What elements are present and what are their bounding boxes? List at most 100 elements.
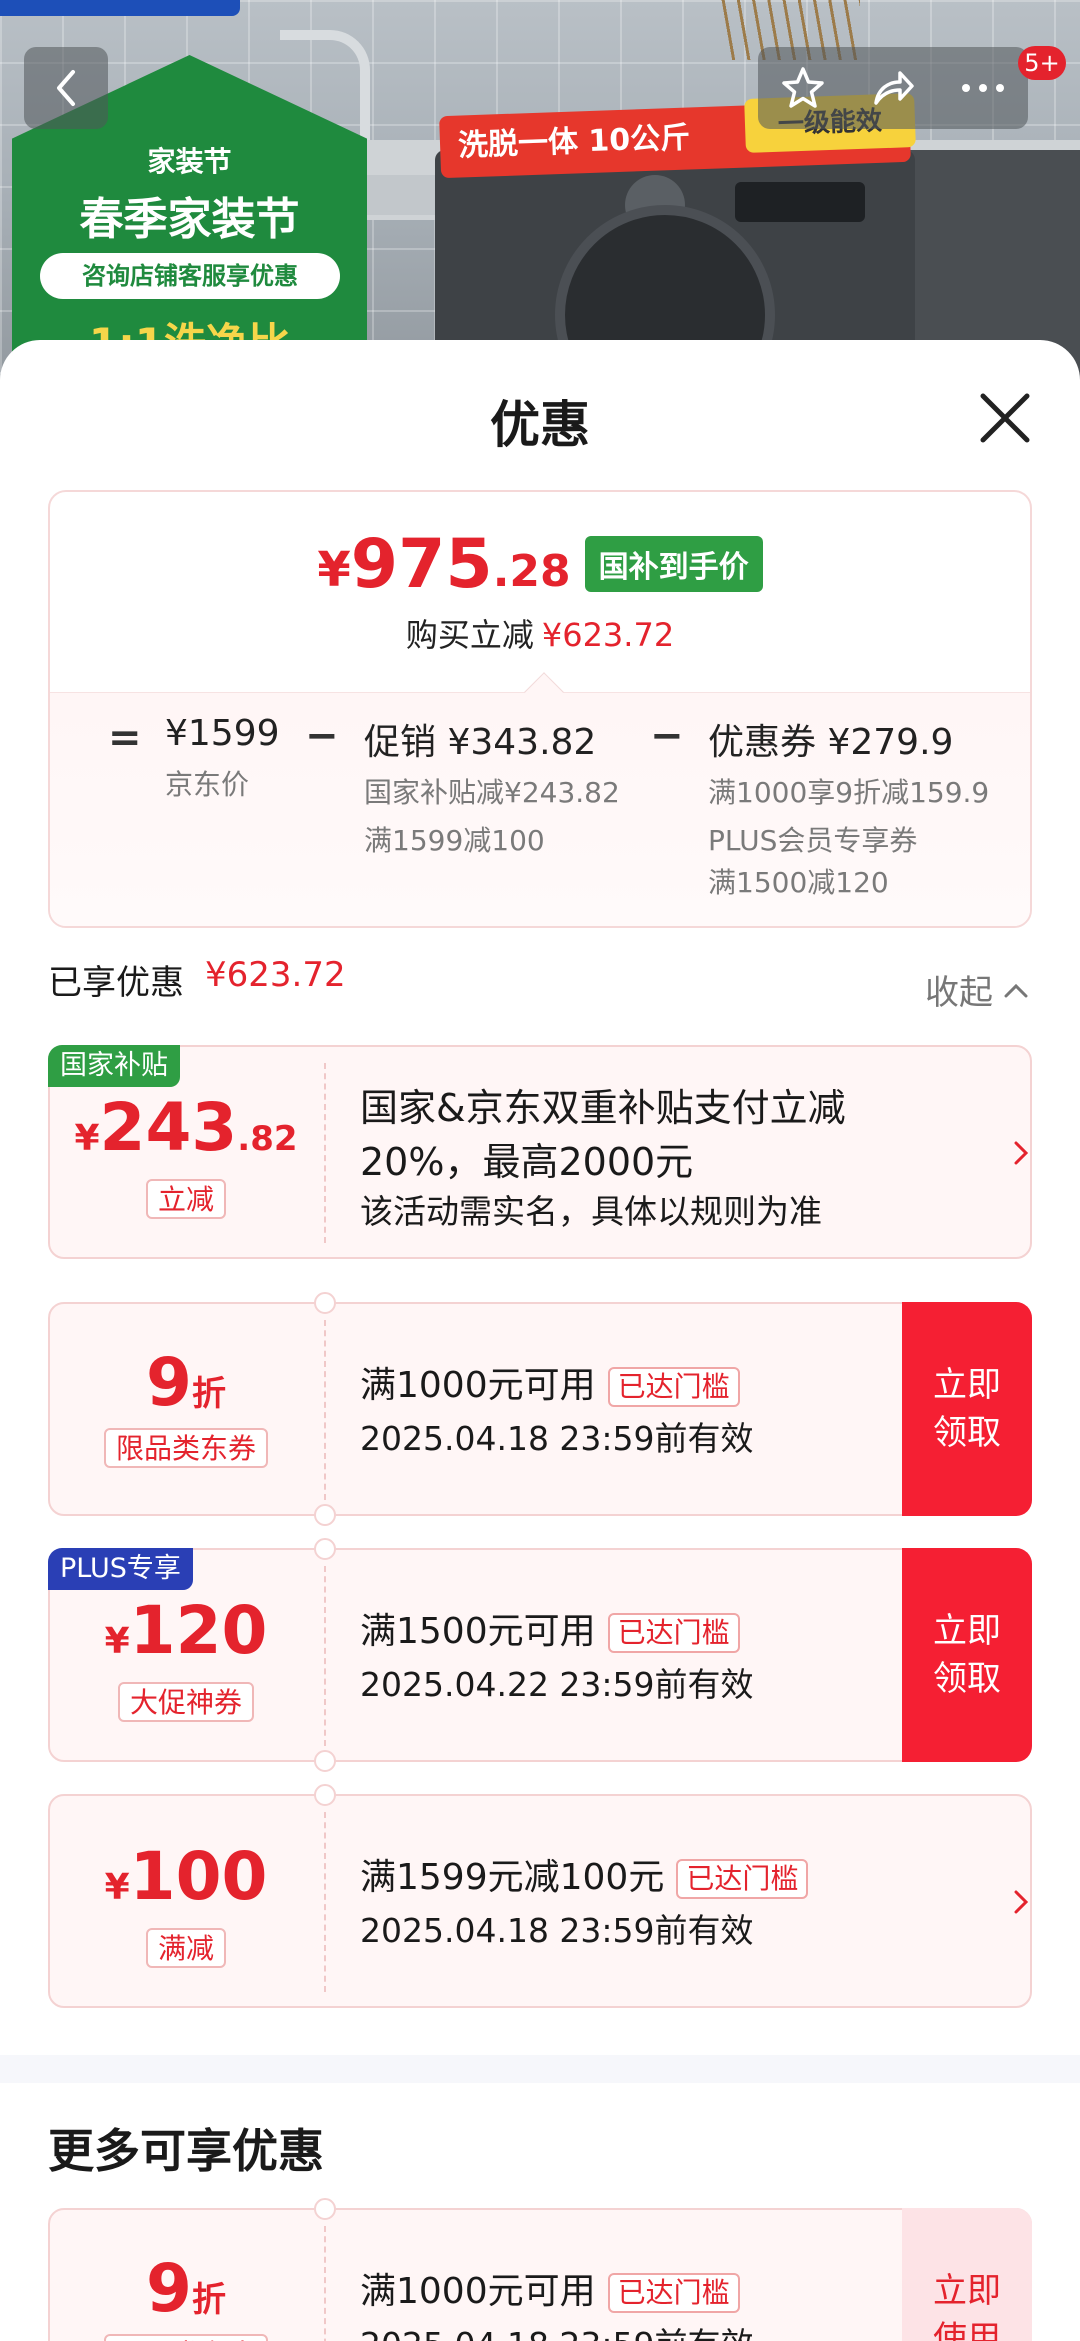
coupon-amount-area: 9折 限品类东券 [50, 1304, 322, 1514]
share-button[interactable] [848, 47, 938, 129]
jd-price-label: 京东价 [165, 768, 250, 801]
amount-unit: 折 [191, 1374, 226, 1414]
currency-symbol: ¥ [74, 1118, 100, 1159]
chevron-right-icon [1014, 1141, 1029, 1165]
chevron-up-icon [1004, 983, 1028, 997]
use-button[interactable]: 立即 使用 [902, 2208, 1032, 2341]
coupon-divider [324, 1320, 326, 1500]
close-icon [980, 393, 1030, 443]
coupon-label: 优惠券 [708, 722, 817, 763]
coupon-card-subsidy[interactable]: ¥243.82 立减 国家补贴 国家&京东双重补贴支付立减 20%，最高2000… [48, 1045, 1032, 1259]
discount-sheet: 优惠 ¥ 975 .28 国补到手价 购买立减 ¥623.72 = ¥1599 京… [0, 340, 1080, 2341]
coupon-kind: 立减 [145, 1179, 227, 1219]
coupon-line-1: 满1599元减100元 已达门槛 [360, 1848, 809, 1900]
instant-discount-value: ¥623.72 [541, 616, 675, 654]
nav-actions [758, 47, 1028, 129]
amount-integer: 9 [146, 2250, 192, 2327]
coupon-sub-discount: 满1000享9折减159.9 [708, 776, 990, 809]
final-price-integer: 975 [350, 525, 493, 604]
sheet-title: 优惠 [490, 396, 590, 454]
use-label: 立即 使用 [933, 2271, 1001, 2341]
amount-integer: 100 [129, 1838, 268, 1915]
coupon-line-3: 该活动需实名，具体以规则为准 [360, 1192, 822, 1231]
close-button[interactable] [975, 388, 1035, 448]
coupon-kind: 限品类东券 [103, 1428, 269, 1468]
coupon-divider [324, 2226, 326, 2341]
promo-total: 促销 ¥343.82 [364, 713, 596, 765]
coupon-validity: 2025.04.18 23:59前有效 [360, 1911, 754, 1950]
currency-symbol: ¥ [104, 1621, 130, 1662]
final-price-row: ¥ 975 .28 国补到手价 [50, 530, 1030, 600]
promo-sub-subsidy: 国家补贴减¥243.82 [364, 776, 620, 809]
coupon-card-plus[interactable]: ¥120 大促神券 PLUS专享 满1500元可用 已达门槛 2025.04.22… [48, 1538, 1032, 1772]
threshold-met-badge: 已达门槛 [607, 2273, 740, 2313]
enjoyed-discount-label: 已享优惠 [48, 963, 184, 1003]
coupon-value: ¥279.9 [827, 722, 954, 763]
claim-button[interactable]: 立即 领取 [902, 1548, 1032, 1762]
coupon-sub-plus-threshold: 满1500减120 [708, 866, 889, 899]
coupon-line-1: 满1000元可用 已达门槛 [360, 2262, 740, 2314]
coupon-card-fullcut[interactable]: ¥100 满减 满1599元减100元 已达门槛 2025.04.18 23:59… [48, 1784, 1032, 2008]
coupon-line-1: 满1000元可用 已达门槛 [360, 1356, 740, 1408]
coupon-cutout [314, 1504, 336, 1526]
instant-discount-label: 购买立减 [405, 616, 534, 654]
price-summary-card: ¥ 975 .28 国补到手价 购买立减 ¥623.72 = ¥1599 京东价 … [48, 490, 1032, 928]
brand-strip [0, 0, 240, 16]
amount-unit: 折 [191, 2280, 226, 2320]
back-button[interactable] [24, 47, 108, 129]
coupon-cutout [314, 1538, 336, 1560]
final-price-tag: 国补到手价 [584, 536, 763, 592]
collapse-button[interactable]: 收起 [925, 965, 1029, 1014]
subsidy-tag: 国家补贴 [48, 1045, 180, 1087]
coupon-validity: 2025.04.18 23:59前有效 [360, 2318, 754, 2341]
coupon-amount: ¥243.82 [50, 1089, 322, 1166]
threshold-met-badge: 已达门槛 [607, 1367, 740, 1407]
claim-button[interactable]: 立即 领取 [902, 1302, 1032, 1516]
coupon-card-more-discount[interactable]: 9折 限品类东券 满1000元可用已达门槛 2025.04.18 23:59前有… [48, 2198, 1032, 2341]
house-line-2: 春季家装节 [79, 194, 300, 245]
enjoyed-discount-value: ¥623.72 [205, 955, 346, 995]
coupon-cutout [314, 1750, 336, 1772]
coupon-kind: 满减 [145, 1928, 227, 1968]
coupon-amount: ¥100 [50, 1838, 322, 1915]
minus-sign: − [305, 713, 339, 759]
coupon-line-2: 20%，最高2000元 [360, 1140, 694, 1184]
promo-label: 促销 [364, 722, 437, 763]
coupon-divider [324, 1566, 326, 1746]
chevron-right-icon [1014, 1890, 1029, 1914]
equals-sign: = [108, 715, 142, 761]
coupon-validity: 2025.04.22 23:59前有效 [360, 1665, 754, 1704]
coupon-kind: 大促神券 [117, 1682, 255, 1722]
coupon-amount: ¥120 [50, 1592, 322, 1669]
coupon-amount-area: 9折 限品类东券 [50, 2210, 322, 2341]
claim-label: 立即 领取 [933, 1611, 1001, 1699]
coupon-divider [324, 1812, 326, 1992]
more-offers-title: 更多可享优惠 [48, 2124, 324, 2178]
coupon-cutout [314, 2198, 336, 2220]
coupon-sub-plus: PLUS会员专享券 [708, 824, 918, 857]
more-button[interactable] [938, 47, 1028, 129]
favorite-button[interactable] [758, 47, 848, 129]
plus-tag: PLUS专享 [48, 1548, 193, 1590]
coupon-threshold: 满1000元可用 [360, 1365, 596, 1406]
house-line-3: 咨询店铺客服享优惠 [40, 253, 340, 299]
promo-sub-fullcut: 满1599减100 [364, 824, 545, 857]
machine-display [735, 182, 865, 222]
coupon-threshold: 满1599元减100元 [360, 1857, 665, 1898]
coupon-amount: 9折 [50, 1344, 322, 1421]
claim-label: 立即 领取 [933, 1365, 1001, 1453]
more-dots-icon [962, 84, 1004, 92]
coupon-line-1: 国家&京东双重补贴支付立减 [360, 1086, 846, 1130]
amount-decimal: .82 [237, 1119, 298, 1159]
coupon-card-discount[interactable]: 9折 限品类东券 满1000元可用 已达门槛 2025.04.18 23:59前有… [48, 1292, 1032, 1526]
final-price-currency: ¥ [317, 542, 351, 598]
currency-symbol: ¥ [104, 1867, 130, 1908]
price-breakdown: = ¥1599 京东价 − 促销 ¥343.82 国家补贴减¥243.82 满1… [50, 692, 1030, 926]
final-price-decimal: .28 [492, 546, 571, 597]
coupon-kind: 限品类东券 [103, 2334, 269, 2341]
star-icon [782, 67, 824, 108]
amount-integer: 9 [146, 1344, 192, 1421]
coupon-cutout [314, 1292, 336, 1314]
coupon-line-1: 满1500元可用 已达门槛 [360, 1602, 740, 1654]
coupon-divider [324, 1063, 326, 1243]
